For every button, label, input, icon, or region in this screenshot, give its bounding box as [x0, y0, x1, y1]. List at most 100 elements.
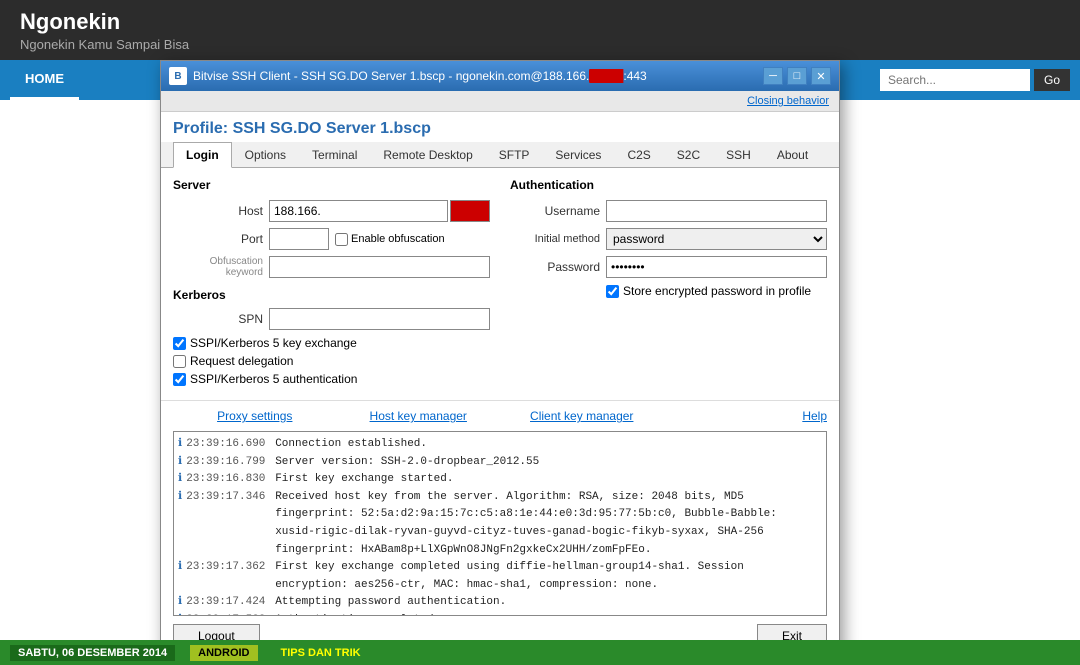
- bottom-tips[interactable]: TIPS DAN TRIK: [273, 645, 369, 661]
- log-msg-6: Attempting password authentication.: [275, 594, 506, 612]
- host-label: Host: [173, 204, 263, 218]
- obfuscation-keyword-label: Obfuscation keyword: [173, 256, 263, 278]
- initial-method-label: Initial method: [510, 233, 600, 245]
- log-row-4: ℹ 23:39:17.346 Received host key from th…: [178, 489, 822, 559]
- request-delegation-checkbox[interactable]: [173, 355, 186, 368]
- host-row: Host ████: [173, 200, 490, 222]
- log-row-2: ℹ 23:39:16.799 Server version: SSH-2.0-d…: [178, 454, 822, 472]
- host-redacted: ████: [450, 200, 490, 222]
- log-icon-2: ℹ: [178, 454, 182, 472]
- sspi-kerberos-auth-checkbox[interactable]: [173, 373, 186, 386]
- help-link[interactable]: Help: [664, 409, 828, 423]
- request-delegation-row: Request delegation: [173, 354, 490, 368]
- log-row-7: ℹ 23:39:17.533 Authentication completed.: [178, 612, 822, 616]
- client-key-manager-link[interactable]: Client key manager: [500, 409, 664, 423]
- log-row-6: ℹ 23:39:17.424 Attempting password authe…: [178, 594, 822, 612]
- log-time-7: 23:39:17.533: [186, 612, 271, 616]
- log-time-6: 23:39:17.424: [186, 594, 271, 612]
- log-icon-7: ℹ: [178, 612, 182, 616]
- tab-options[interactable]: Options: [232, 142, 299, 168]
- sspi-kerberos-auth-label: SSPI/Kerberos 5 authentication: [190, 372, 357, 386]
- port-input[interactable]: 443: [269, 228, 329, 250]
- log-time-1: 23:39:16.690: [186, 436, 271, 454]
- spn-label: SPN: [173, 312, 263, 326]
- password-row: Password: [510, 256, 827, 278]
- search-input[interactable]: [880, 69, 1030, 91]
- search-button[interactable]: Go: [1034, 69, 1070, 91]
- log-content: ℹ 23:39:16.690 Connection established. ℹ…: [174, 432, 826, 616]
- subtitle-bar: Closing behavior: [161, 91, 839, 112]
- host-key-manager-link[interactable]: Host key manager: [337, 409, 501, 423]
- kerberos-title: Kerberos: [173, 288, 490, 302]
- log-msg-1: Connection established.: [275, 436, 427, 454]
- spn-row: SPN: [173, 308, 490, 330]
- username-input[interactable]: ngonekin.com: [606, 200, 827, 222]
- bottom-date: SABTU, 06 DESEMBER 2014: [10, 645, 175, 661]
- proxy-settings-link[interactable]: Proxy settings: [173, 409, 337, 423]
- auth-section: Authentication Username ngonekin.com Ini…: [510, 178, 827, 390]
- tab-ssh[interactable]: SSH: [713, 142, 764, 168]
- closing-behavior-link[interactable]: Closing behavior: [747, 95, 829, 107]
- sspi-kerberos-exchange-label: SSPI/Kerberos 5 key exchange: [190, 336, 357, 350]
- dialog-titlebar: B Bitvise SSH Client - SSH SG.DO Server …: [161, 61, 839, 91]
- store-password-label: Store encrypted password in profile: [623, 284, 811, 298]
- tab-remote-desktop[interactable]: Remote Desktop: [370, 142, 485, 168]
- tab-c2s[interactable]: C2S: [614, 142, 663, 168]
- store-password-checkbox[interactable]: [606, 285, 619, 298]
- dialog-body: Server Host ████ Port 443 Enable obfusca…: [161, 168, 839, 400]
- log-msg-2: Server version: SSH-2.0-dropbear_2012.55: [275, 454, 539, 472]
- tab-about[interactable]: About: [764, 142, 821, 168]
- minimize-button[interactable]: ─: [763, 67, 783, 85]
- log-msg-3: First key exchange started.: [275, 471, 453, 489]
- bottom-android[interactable]: ANDROID: [190, 645, 257, 661]
- log-time-3: 23:39:16.830: [186, 471, 271, 489]
- log-time-5: 23:39:17.362: [186, 559, 271, 594]
- ssh-dialog-overlay: B Bitvise SSH Client - SSH SG.DO Server …: [160, 60, 860, 650]
- log-msg-4: Received host key from the server. Algor…: [275, 489, 822, 559]
- tab-sftp[interactable]: SFTP: [486, 142, 543, 168]
- log-row-5: ℹ 23:39:17.362 First key exchange comple…: [178, 559, 822, 594]
- password-input[interactable]: [606, 256, 827, 278]
- log-icon-3: ℹ: [178, 471, 182, 489]
- close-button[interactable]: ✕: [811, 67, 831, 85]
- spn-input[interactable]: [269, 308, 490, 330]
- sspi-auth-row: SSPI/Kerberos 5 authentication: [173, 372, 490, 386]
- password-label: Password: [510, 260, 600, 274]
- enable-obfuscation-label: Enable obfuscation: [335, 233, 445, 246]
- auth-section-title: Authentication: [510, 178, 827, 192]
- log-row-3: ℹ 23:39:16.830 First key exchange starte…: [178, 471, 822, 489]
- server-section: Server Host ████ Port 443 Enable obfusca…: [173, 178, 490, 390]
- enable-obfuscation-checkbox[interactable]: [335, 233, 348, 246]
- initial-method-select[interactable]: password: [606, 228, 827, 250]
- server-section-title: Server: [173, 178, 490, 192]
- log-icon-5: ℹ: [178, 559, 182, 594]
- log-section[interactable]: ℹ 23:39:16.690 Connection established. ℹ…: [173, 431, 827, 616]
- tab-terminal[interactable]: Terminal: [299, 142, 370, 168]
- tab-s2c[interactable]: S2C: [664, 142, 713, 168]
- dialog-window-controls: ─ □ ✕: [763, 67, 831, 85]
- log-time-2: 23:39:16.799: [186, 454, 271, 472]
- maximize-button[interactable]: □: [787, 67, 807, 85]
- port-label: Port: [173, 232, 263, 246]
- kerberos-section: Kerberos SPN SSPI/Kerberos 5 key exchang…: [173, 288, 490, 386]
- host-input[interactable]: [269, 200, 448, 222]
- initial-method-row: Initial method password: [510, 228, 827, 250]
- proxy-links: Proxy settings Host key manager Client k…: [161, 400, 839, 431]
- ssh-dialog: B Bitvise SSH Client - SSH SG.DO Server …: [160, 60, 840, 657]
- log-icon-1: ℹ: [178, 436, 182, 454]
- log-icon-6: ℹ: [178, 594, 182, 612]
- sspi-kerberos-exchange-checkbox[interactable]: [173, 337, 186, 350]
- store-password-row: Store encrypted password in profile: [606, 284, 827, 298]
- site-subtitle: Ngonekin Kamu Sampai Bisa: [20, 37, 189, 52]
- obfuscation-keyword-row: Obfuscation keyword: [173, 256, 490, 278]
- obfuscation-keyword-input[interactable]: [269, 256, 490, 278]
- tab-login[interactable]: Login: [173, 142, 232, 168]
- nav-home[interactable]: HOME: [10, 60, 79, 100]
- port-row: Port 443 Enable obfuscation: [173, 228, 490, 250]
- bottom-bar: SABTU, 06 DESEMBER 2014 ANDROID TIPS DAN…: [0, 640, 1080, 665]
- top-bar: Ngonekin Ngonekin Kamu Sampai Bisa: [0, 0, 1080, 60]
- tab-services[interactable]: Services: [542, 142, 614, 168]
- log-icon-4: ℹ: [178, 489, 182, 559]
- dialog-tabs: Login Options Terminal Remote Desktop SF…: [161, 142, 839, 168]
- profile-title: Profile: SSH SG.DO Server 1.bscp: [161, 112, 839, 142]
